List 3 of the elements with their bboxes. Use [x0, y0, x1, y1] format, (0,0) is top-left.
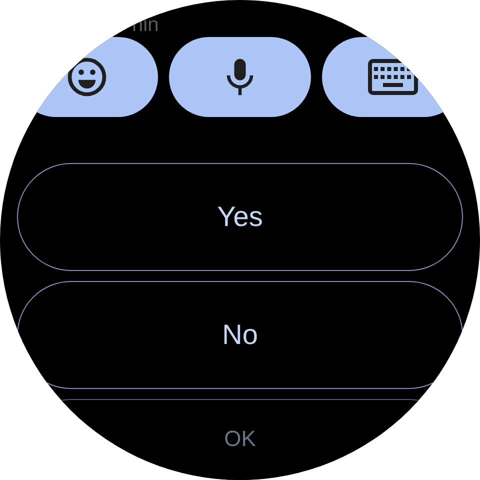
keyboard-icon — [367, 57, 419, 97]
reply-button[interactable]: No — [17, 281, 463, 389]
reply-button[interactable]: Yes — [17, 163, 463, 271]
